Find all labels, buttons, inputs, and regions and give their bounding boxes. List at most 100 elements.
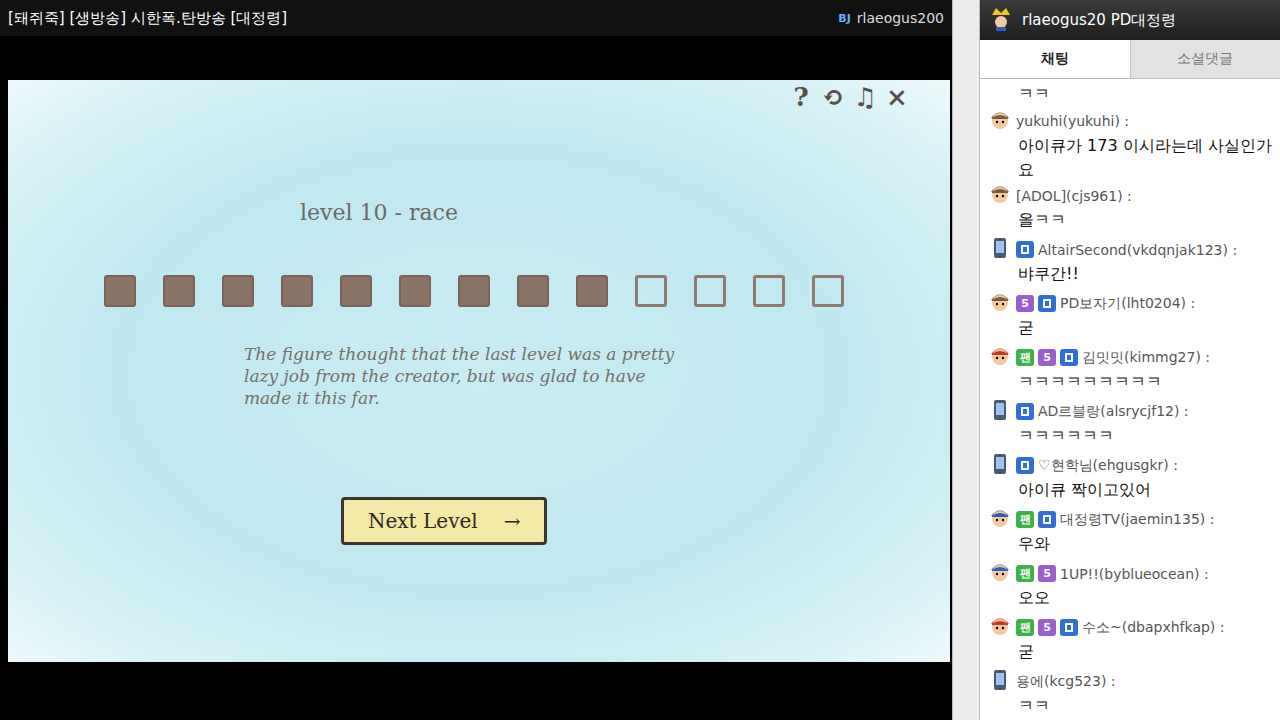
chat-message: ㅋㅋ (988, 79, 1276, 106)
close-icon[interactable]: × (884, 82, 910, 112)
message-user[interactable]: 1UP!!(byblueocean) : (1060, 566, 1209, 582)
message-user[interactable]: 대정령TV(jaemin135) : (1060, 511, 1214, 529)
mobile-badge-icon (1038, 295, 1056, 312)
message-user[interactable]: yukuhi(yukuhi) : (1016, 113, 1129, 129)
chat-message: AD르블랑(alsrycjf12) : ㅋㅋㅋㅋㅋㅋ (988, 396, 1276, 450)
game-canvas: ?⟲♫× level 10 - race The figure thought th… (8, 80, 950, 662)
progress-square (576, 275, 608, 307)
chat-header: rlaeogus20 PD대정령 (980, 0, 1280, 40)
level-progress (104, 275, 950, 307)
chat-header-user: rlaeogus20 PD대정령 (1022, 11, 1176, 30)
avatar-icon (988, 561, 1012, 586)
bj-id: rlaeogus200 (857, 10, 944, 26)
player-letterbox (0, 36, 952, 80)
phone-icon (988, 669, 1012, 694)
sub-badge: 5 (1016, 295, 1034, 312)
message-user[interactable]: ♡현학님(ehgusgkr) : (1038, 457, 1178, 475)
message-text: ㅋㅋㅋㅋㅋㅋㅋㅋㅋ (988, 370, 1276, 394)
message-text: 아이큐가 173 이시라는데 사실인가요 (988, 134, 1276, 182)
progress-square (163, 275, 195, 307)
bj-info: BJ rlaeogus200 (838, 10, 944, 26)
arrow-icon: → (504, 509, 521, 533)
avatar-icon (988, 507, 1012, 532)
mobile-badge-icon (1038, 511, 1056, 528)
chat-tab[interactable]: 소셜댓글 (1130, 40, 1280, 78)
message-text: 굳 (988, 316, 1276, 340)
sub-badge: 5 (1038, 565, 1056, 582)
progress-square (340, 275, 372, 307)
avatar-icon (988, 183, 1012, 208)
chat-message: [ADOL](cjs961) : 올ㅋㅋ (988, 180, 1276, 234)
message-user[interactable]: PD보자기(lht0204) : (1060, 295, 1195, 313)
next-level-button[interactable]: Next Level → (341, 497, 547, 545)
fan-badge: 팬 (1016, 349, 1034, 366)
phone-icon (988, 399, 1012, 424)
stream-area: [돼쥐죽] [생방송] 시한폭.탄방송 [대정령]BJrlaeogus200?⟲… (0, 0, 952, 720)
chat-tab[interactable]: 채팅 (980, 40, 1130, 78)
chat-message: 팬5김밋밋(kimmg27) :ㅋㅋㅋㅋㅋㅋㅋㅋㅋ (988, 342, 1276, 396)
phone-icon (988, 237, 1012, 262)
message-user[interactable]: 김밋밋(kimmg27) : (1082, 349, 1210, 367)
chat-panel: rlaeogus20 PD대정령채팅소셜댓글ㅋㅋyukuhi(yukuhi) :… (980, 0, 1280, 720)
level-title: level 10 - race (300, 200, 950, 225)
music-icon[interactable]: ♫ (852, 82, 878, 112)
panel-divider (952, 0, 980, 720)
game-toolbar: ?⟲♫× (8, 80, 950, 112)
mobile-badge-icon (1060, 349, 1078, 366)
chat-message: ♡현학님(ehgusgkr) : 아이큐 짝이고있어 (988, 450, 1276, 504)
chat-message: AltairSecond(vkdqnjak123) : 뱌쿠간!! (988, 234, 1276, 288)
progress-square (458, 275, 490, 307)
mobile-badge-icon (1016, 457, 1034, 474)
chat-message: 5 PD보자기(lht0204) : 굳 (988, 288, 1276, 342)
progress-square (694, 275, 726, 307)
chat-message: 용에(kcg523) : ㅋㅋ (988, 666, 1276, 720)
avatar-icon (988, 109, 1012, 134)
avatar-icon (988, 345, 1012, 370)
progress-square (104, 275, 136, 307)
message-text: ㅋㅋ (988, 82, 1276, 106)
fan-badge: 팬 (1016, 511, 1034, 528)
progress-square (812, 275, 844, 307)
chat-list: ㅋㅋyukuhi(yukuhi) :아이큐가 173 이시라는데 사실인가요[A… (980, 79, 1280, 720)
message-text: ㅋㅋ (988, 694, 1276, 718)
message-user[interactable]: 용에(kcg523) : (1016, 673, 1116, 691)
message-user[interactable]: 수소~(dbapxhfkap) : (1082, 619, 1224, 637)
fan-badge: 팬 (1016, 565, 1034, 582)
mobile-badge-icon (1016, 403, 1034, 420)
next-level-label: Next Level (368, 509, 478, 533)
player-letterbox (0, 662, 952, 720)
progress-square (517, 275, 549, 307)
chat-message: yukuhi(yukuhi) : 아이큐가 173 이시라는데 사실인가요 (988, 106, 1276, 181)
message-text: 오오 (988, 586, 1276, 610)
phone-icon (988, 453, 1012, 478)
chat-message: 팬51UP!!(byblueocean) : 오오 (988, 558, 1276, 612)
sub-badge: 5 (1038, 619, 1056, 636)
message-text: 아이큐 짝이고있어 (988, 478, 1276, 502)
message-user[interactable]: [ADOL](cjs961) : (1016, 188, 1132, 204)
progress-square (281, 275, 313, 307)
crown-icon (990, 5, 1012, 35)
stream-title: [돼쥐죽] [생방송] 시한폭.탄방송 [대정령] (8, 9, 287, 28)
restart-icon[interactable]: ⟲ (820, 82, 846, 112)
message-user[interactable]: AD르블랑(alsrycjf12) : (1038, 403, 1189, 421)
message-text: ㅋㅋㅋㅋㅋㅋ (988, 424, 1276, 448)
bj-label: BJ (838, 12, 850, 25)
message-text: 우와 (988, 532, 1276, 556)
message-text: 뱌쿠간!! (988, 262, 1276, 286)
progress-square (753, 275, 785, 307)
mobile-badge-icon (1060, 619, 1078, 636)
message-text: 올ㅋㅋ (988, 208, 1276, 232)
fan-badge: 팬 (1016, 619, 1034, 636)
avatar-icon (988, 615, 1012, 640)
chat-message: 팬5 수소~(dbapxhfkap) : 굳 (988, 612, 1276, 666)
progress-square (222, 275, 254, 307)
progress-square (635, 275, 667, 307)
chat-tabs: 채팅소셜댓글 (980, 40, 1280, 79)
help-icon[interactable]: ? (788, 82, 814, 112)
message-user[interactable]: AltairSecond(vkdqnjak123) : (1038, 242, 1237, 258)
level-message: The figure thought that the last level w… (244, 343, 684, 409)
chat-message: 팬 대정령TV(jaemin135) : 우와 (988, 504, 1276, 558)
progress-square (399, 275, 431, 307)
avatar-icon (988, 291, 1012, 316)
message-text: 굳 (988, 640, 1276, 664)
